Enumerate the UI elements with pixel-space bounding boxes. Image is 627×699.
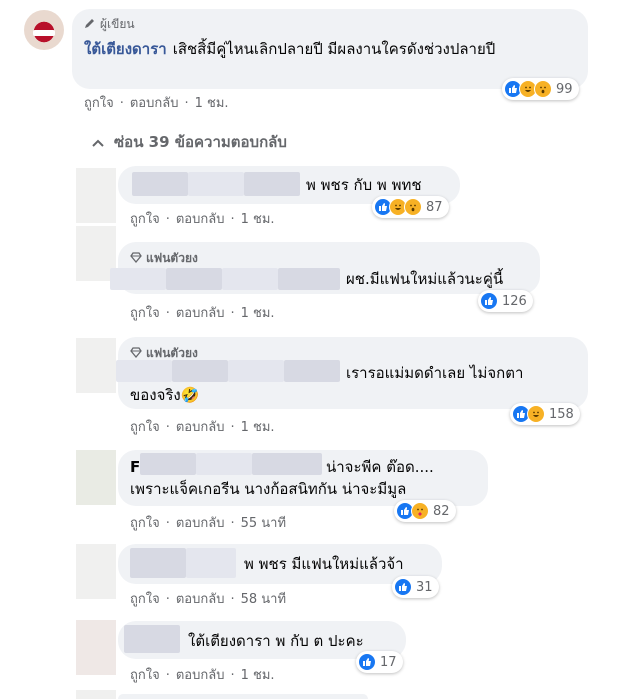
main-comment-author[interactable]: ใต้เตียงดารา xyxy=(84,40,167,58)
reply-button[interactable]: ตอบกลับ xyxy=(176,420,225,435)
comment-time[interactable]: 1 ชม. xyxy=(195,96,229,111)
reaction-summary[interactable]: 87 xyxy=(372,196,449,218)
like-icon xyxy=(358,653,376,671)
redacted-name xyxy=(188,172,244,196)
reply-text: ใต้เตียงดารา พ กับ ต ปะคะ xyxy=(188,632,364,650)
redacted-name xyxy=(124,625,180,653)
diamond-icon xyxy=(130,251,142,266)
redacted-name xyxy=(172,360,228,382)
redacted-name xyxy=(186,548,236,578)
like-button[interactable]: ถูกใจ xyxy=(84,96,114,111)
comment-time[interactable]: 1 ชม. xyxy=(241,306,275,321)
reaction-summary[interactable]: 82 xyxy=(394,500,456,522)
reply-actions: ถูกใจ · ตอบกลับ · 1 ชม. xyxy=(130,212,275,227)
reply-actions: ถูกใจ · ตอบกลับ · 1 ชม. xyxy=(130,668,275,683)
author-badge: ผู้เขียน xyxy=(84,15,135,34)
main-comment-body: ใต้เตียงดารา เสิชสิ้มีคู่ไหนเลิกปลายปี มี… xyxy=(84,38,580,60)
main-comment-text: เสิชสิ้มีคู่ไหนเลิกปลายปี มีผลงานใครดังช… xyxy=(172,40,496,58)
reply-actions: ถูกใจ · ตอบกลับ · 55 นาที xyxy=(130,516,287,531)
haha-icon xyxy=(527,405,545,423)
redacted-name xyxy=(140,453,196,475)
reply-actions: ถูกใจ · ตอบกลับ · 58 นาที xyxy=(130,592,287,607)
redacted-name xyxy=(252,453,322,475)
reply-button[interactable]: ตอบกลับ xyxy=(176,668,225,683)
reply-avatar[interactable] xyxy=(76,168,116,223)
chevron-up-icon xyxy=(92,133,104,151)
redacted-name xyxy=(166,268,222,290)
like-icon xyxy=(394,578,412,596)
diamond-icon xyxy=(130,346,142,361)
like-button[interactable]: ถูกใจ xyxy=(130,212,160,227)
reply-avatar[interactable] xyxy=(76,338,116,393)
like-icon xyxy=(480,292,498,310)
reply-avatar[interactable] xyxy=(76,450,116,505)
reply-text: พ พชร กับ พ พทช xyxy=(306,176,422,194)
hide-replies-link[interactable]: ซ่อน 39 ข้อความตอบกลับ xyxy=(92,130,287,154)
reaction-summary[interactable]: 99 xyxy=(502,78,579,100)
reaction-count: 17 xyxy=(380,654,397,670)
reply-text-line2: ของจริง🤣 xyxy=(130,386,200,404)
reaction-summary[interactable]: 17 xyxy=(356,651,403,673)
reaction-count: 31 xyxy=(416,579,433,595)
reply-text: พ พชร มีแฟนใหม่แล้วจ้า xyxy=(244,555,404,573)
reaction-count: 87 xyxy=(426,199,443,215)
reply-avatar[interactable] xyxy=(76,544,116,599)
reaction-count: 99 xyxy=(556,81,573,97)
reply-text-line2: เพราะแจ็คเกอรีน นางก้อสนิทกัน น่าจะมีมูล xyxy=(130,480,407,498)
redacted-name xyxy=(116,360,172,382)
comment-time[interactable]: 1 ชม. xyxy=(241,212,275,227)
care-icon xyxy=(411,502,429,520)
author-badge-label: ผู้เขียน xyxy=(100,17,135,31)
reply-button[interactable]: ตอบกลับ xyxy=(176,212,225,227)
redacted-name xyxy=(196,453,252,475)
like-button[interactable]: ถูกใจ xyxy=(130,420,160,435)
reaction-summary[interactable]: 126 xyxy=(478,290,533,312)
redacted-name xyxy=(228,360,284,382)
redacted-name xyxy=(284,360,340,382)
like-button[interactable]: ถูกใจ xyxy=(130,306,160,321)
redacted-name xyxy=(222,268,278,290)
redacted-name xyxy=(278,268,340,290)
redacted-name xyxy=(244,172,300,196)
comment-time[interactable]: 55 นาที xyxy=(241,516,286,531)
reply-avatar[interactable] xyxy=(76,620,116,675)
reply-button[interactable]: ตอบกลับ xyxy=(130,96,179,111)
fan-badge: แฟนตัวยง xyxy=(130,249,198,268)
reply-bubble xyxy=(118,694,368,699)
reaction-summary[interactable]: 158 xyxy=(510,403,580,425)
redacted-name xyxy=(132,172,188,196)
comment-time[interactable]: 58 นาที xyxy=(241,592,286,607)
reply-text: น่าจะพีค ต๊อด.... xyxy=(326,458,434,476)
reply-actions: ถูกใจ · ตอบกลับ · 1 ชม. xyxy=(130,306,275,321)
wow-icon xyxy=(404,198,422,216)
reply-actions: ถูกใจ · ตอบกลับ · 1 ชม. xyxy=(130,420,275,435)
hide-replies-label: ซ่อน 39 ข้อความตอบกลับ xyxy=(114,133,287,151)
comment-time[interactable]: 1 ชม. xyxy=(241,420,275,435)
wow-icon xyxy=(534,80,552,98)
redacted-name xyxy=(130,548,186,578)
like-button[interactable]: ถูกใจ xyxy=(130,516,160,531)
pencil-icon xyxy=(84,17,96,32)
reply-button[interactable]: ตอบกลับ xyxy=(176,306,225,321)
reply-button[interactable]: ตอบกลับ xyxy=(176,592,225,607)
reply-avatar[interactable] xyxy=(76,690,116,699)
reply-lead-letter: F xyxy=(130,458,141,476)
reaction-count: 158 xyxy=(549,406,574,422)
fan-badge-label: แฟนตัวยง xyxy=(146,251,198,265)
reaction-summary[interactable]: 31 xyxy=(392,576,439,598)
like-button[interactable]: ถูกใจ xyxy=(130,592,160,607)
main-comment-actions: ถูกใจ · ตอบกลับ · 1 ชม. xyxy=(84,96,229,111)
main-comment-avatar[interactable] xyxy=(24,10,64,50)
comment-time[interactable]: 1 ชม. xyxy=(241,668,275,683)
reaction-count: 82 xyxy=(433,503,450,519)
reply-text: เรารอแม่มดดำเลย ไม่จกตา xyxy=(346,364,524,382)
reply-button[interactable]: ตอบกลับ xyxy=(176,516,225,531)
like-button[interactable]: ถูกใจ xyxy=(130,668,160,683)
reaction-count: 126 xyxy=(502,293,527,309)
reply-text: ผช.มีแฟนใหม่แล้วนะคู่นี้ xyxy=(346,270,504,288)
redacted-name xyxy=(110,268,166,290)
